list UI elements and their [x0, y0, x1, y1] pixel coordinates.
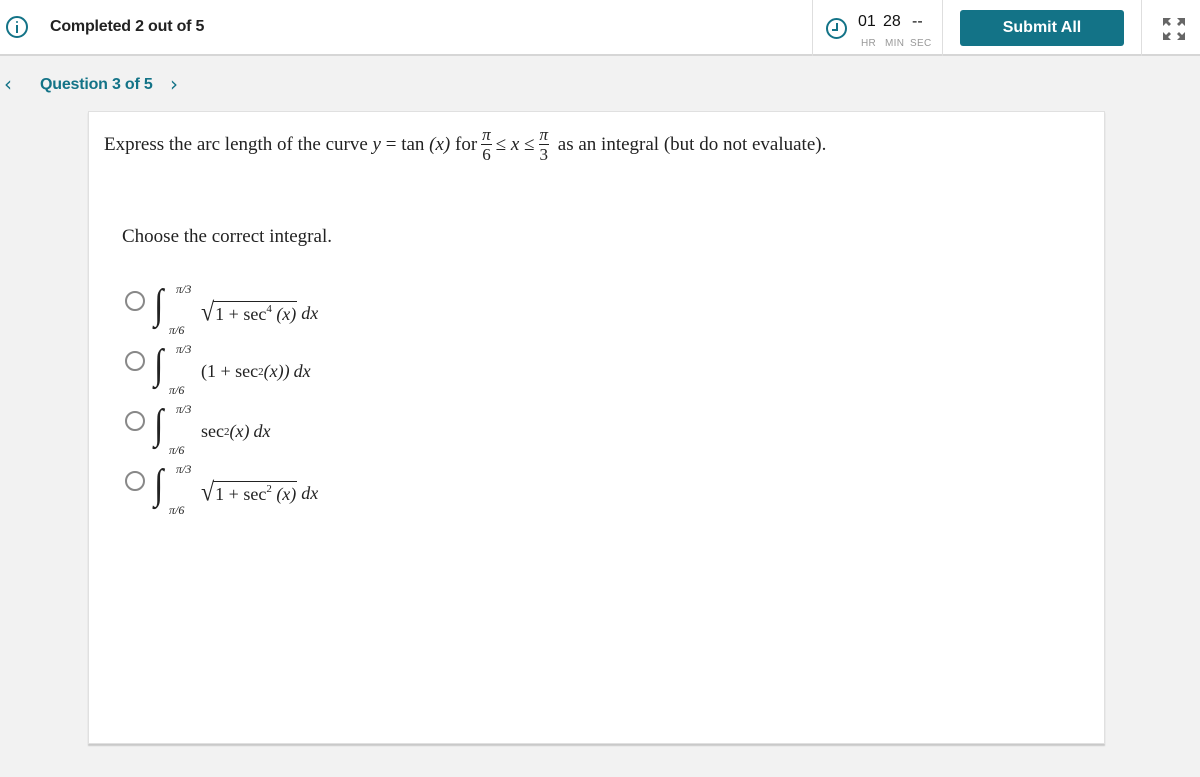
math-arg: (x) — [429, 133, 451, 155]
answer-option[interactable]: ∫ π/3 π/6 √ 1 + sec4 (x) dx — [123, 282, 383, 342]
timer-minutes: 28 — [883, 13, 901, 30]
differential: dx — [301, 302, 319, 323]
answer-option[interactable]: ∫ π/3 π/6 √ 1 + sec2 (x) dx — [123, 462, 383, 522]
question-prompt: Express the arc length of the curve y = … — [104, 126, 826, 163]
integral-sign-icon: ∫ — [154, 282, 164, 328]
question-label: Question 3 of 5 — [40, 76, 153, 93]
divider — [1141, 0, 1142, 56]
fraction-denominator: 6 — [482, 145, 491, 164]
timer-seconds-label: SEC — [910, 38, 932, 49]
info-icon[interactable] — [6, 16, 28, 38]
differential: dx — [301, 482, 319, 503]
radio-button[interactable] — [125, 291, 145, 311]
chevron-left-icon[interactable]: ‹ — [4, 72, 12, 96]
math-op: = — [385, 133, 397, 155]
timer-seconds: -- — [912, 13, 923, 30]
lower-limit: π/6 — [169, 323, 185, 337]
question-card: Express the arc length of the curve y = … — [88, 111, 1105, 744]
timer-hours: 01 — [858, 13, 876, 30]
fraction-denominator: 3 — [539, 145, 549, 164]
lower-limit: π/6 — [169, 503, 185, 517]
differential: dx — [293, 361, 311, 381]
integral-sign-icon: ∫ — [154, 342, 164, 388]
integral-sign-icon: ∫ — [154, 402, 164, 448]
fraction-upper: π 3 — [538, 125, 550, 164]
question-nav — [0, 58, 1200, 110]
math-func: tan — [401, 133, 425, 155]
radio-button[interactable] — [125, 471, 145, 491]
expr-body: 1 + sec — [215, 304, 267, 324]
upper-limit: π/3 — [176, 282, 192, 296]
radicand: 1 + sec4 (x) — [213, 301, 298, 325]
integrand: (1 + sec 2 (x)) dx — [201, 361, 311, 382]
expr-body: sec — [201, 421, 224, 441]
radical-icon: √ — [201, 478, 215, 508]
upper-limit: π/3 — [176, 402, 192, 416]
expr-tail: (x) — [229, 421, 250, 441]
expr-body: (1 + sec — [201, 361, 259, 381]
radio-button[interactable] — [125, 351, 145, 371]
prompt-text: Express the arc length of the curve — [104, 133, 368, 155]
upper-limit: π/3 — [176, 342, 192, 356]
radio-button[interactable] — [125, 411, 145, 431]
expr-tail: (x)) — [263, 361, 290, 381]
integrand: √ 1 + sec4 (x) dx — [201, 298, 319, 328]
divider — [942, 0, 943, 56]
timer-minutes-label: MIN — [885, 38, 905, 49]
lower-limit: π/6 — [169, 383, 185, 397]
top-bar: Completed 2 out of 5 01 28 -- HR MIN SEC… — [0, 0, 1200, 56]
square-root: √ 1 + sec4 (x) — [201, 298, 298, 328]
prompt-text: for — [455, 133, 478, 155]
clock-icon — [826, 18, 847, 39]
answer-option[interactable]: ∫ π/3 π/6 sec 2 (x) dx — [123, 402, 383, 462]
upper-limit: π/3 — [176, 462, 192, 476]
math-var: y — [372, 133, 381, 155]
integrand: sec 2 (x) dx — [201, 421, 270, 442]
chevron-right-icon[interactable]: › — [170, 72, 178, 96]
expr-body: 1 + sec — [215, 484, 267, 504]
math-op: ≤ — [495, 133, 507, 155]
expr-tail: (x) — [271, 484, 297, 504]
fraction-numerator: π — [481, 125, 492, 145]
fraction-numerator: π — [538, 125, 550, 145]
integrand: √ 1 + sec2 (x) dx — [201, 478, 319, 508]
instruction-text: Choose the correct integral. — [122, 226, 332, 247]
progress-text: Completed 2 out of 5 — [50, 18, 205, 35]
submit-all-button[interactable]: Submit All — [960, 10, 1124, 46]
square-root: √ 1 + sec2 (x) — [201, 478, 298, 508]
fraction-lower: π 6 — [481, 126, 492, 163]
differential: dx — [253, 421, 271, 441]
math-op: ≤ — [524, 133, 535, 155]
lower-limit: π/6 — [169, 443, 185, 457]
radicand: 1 + sec2 (x) — [213, 481, 298, 505]
timer-hours-label: HR — [861, 38, 877, 49]
expr-tail: (x) — [271, 304, 297, 324]
radical-icon: √ — [201, 298, 215, 328]
integral-sign-icon: ∫ — [154, 462, 164, 508]
fullscreen-expand-icon[interactable] — [1162, 17, 1186, 41]
prompt-text: as an integral (but do not evaluate). — [557, 133, 827, 155]
divider — [812, 0, 813, 56]
math-var: x — [510, 133, 520, 155]
answer-option[interactable]: ∫ π/3 π/6 (1 + sec 2 (x)) dx — [123, 342, 383, 402]
